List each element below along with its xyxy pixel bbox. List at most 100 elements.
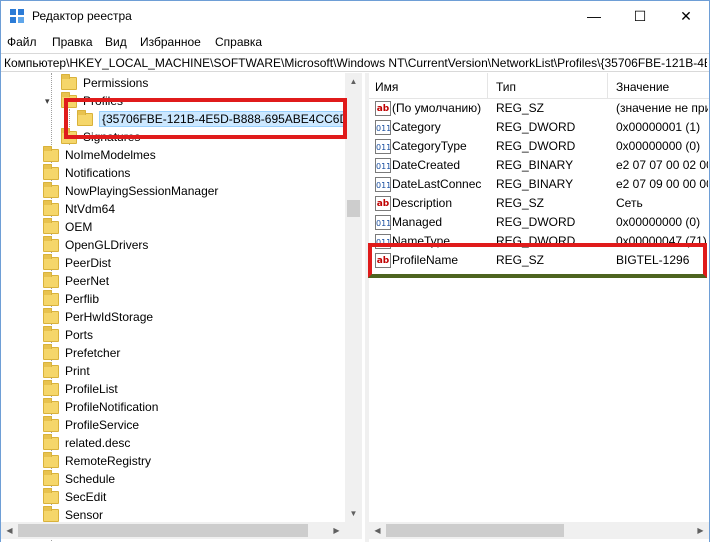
tree-item[interactable]: Notifications: [43, 163, 131, 182]
address-path[interactable]: Компьютер\HKEY_LOCAL_MACHINE\SOFTWARE\Mi…: [4, 56, 707, 70]
tree-item[interactable]: ProfileNotification: [43, 397, 159, 416]
value-data: 0x00000000 (0): [616, 215, 701, 229]
tree-item[interactable]: Schedule: [43, 469, 116, 488]
tree-item-label: Ports: [65, 328, 94, 342]
binary-value-icon: 011: [375, 177, 391, 192]
menu-view[interactable]: Вид: [105, 35, 127, 49]
menu-bar: Файл Правка Вид Избранное Справка: [1, 32, 709, 52]
tree-item[interactable]: PeerNet: [43, 271, 109, 290]
tree-item[interactable]: OEM: [43, 217, 92, 236]
scroll-thumb[interactable]: [386, 524, 564, 537]
tree-item-label: Notifications: [65, 166, 131, 180]
value-row[interactable]: ab (По умолчанию) REG_SZ (значение не при: [369, 99, 709, 118]
value-data: 0x00000001 (1): [616, 120, 701, 134]
tree-item[interactable]: Perflib: [43, 289, 99, 308]
value-row[interactable]: 011 DateLastConnec REG_BINARY e2 07 09 00 0…: [369, 175, 709, 194]
column-name-header[interactable]: Имя: [375, 80, 398, 94]
value-row[interactable]: 011 DateCreated REG_BINARY e2 07 07 00 02 0…: [369, 156, 709, 175]
value-row[interactable]: 011 Managed REG_DWORD 0x00000000 (0): [369, 213, 709, 232]
folder-icon: [43, 325, 59, 342]
menu-help[interactable]: Справка: [215, 35, 262, 49]
key-tree[interactable]: Permissions ▾ Profiles {35706FBE-121B-4E…: [1, 73, 365, 542]
scroll-right-icon[interactable]: ▶: [328, 522, 345, 539]
values-list[interactable]: Имя Тип Значение ab (По умолчанию) REG_SZ(…: [369, 73, 709, 542]
value-row[interactable]: 011 Category REG_DWORD 0x00000001 (1): [369, 118, 709, 137]
tree-item[interactable]: OpenGLDrivers: [43, 235, 148, 254]
value-row[interactable]: ab Description REG_SZ Сеть: [369, 194, 709, 213]
value-name: Description: [392, 196, 453, 210]
binary-value-icon: 011: [375, 120, 391, 135]
collapse-arrow-icon[interactable]: ▾: [45, 96, 50, 107]
folder-icon: [43, 451, 59, 468]
maximize-icon: ☐: [633, 7, 647, 24]
value-type: REG_DWORD: [496, 120, 576, 134]
list-horizontal-scrollbar[interactable]: ◀ ▶: [369, 522, 709, 539]
tree-item-label: RemoteRegistry: [65, 454, 152, 468]
scroll-thumb[interactable]: [347, 200, 360, 217]
close-icon: ✕: [680, 7, 692, 24]
tree-item-label: related.desc: [65, 436, 131, 450]
tree-item-label: Print: [65, 364, 90, 378]
tree-item-label: ProfileNotification: [65, 400, 159, 414]
folder-icon: [43, 415, 59, 432]
tree-item[interactable]: related.desc: [43, 433, 131, 452]
column-type-header[interactable]: Тип: [496, 80, 516, 94]
scroll-down-icon[interactable]: ▼: [345, 505, 362, 522]
registry-editor-icon: [10, 9, 24, 23]
value-data: e2 07 09 00 00 00 0: [616, 177, 708, 191]
maximize-button[interactable]: ☐: [617, 1, 663, 31]
column-value-header[interactable]: Значение: [616, 80, 669, 94]
column-divider[interactable]: [607, 73, 608, 99]
folder-icon: [61, 73, 77, 90]
folder-icon: [43, 217, 59, 234]
binary-value-icon: 011: [375, 215, 391, 230]
tree-item[interactable]: SecEdit: [43, 487, 107, 506]
folder-icon: [43, 397, 59, 414]
tree-item[interactable]: Print: [43, 361, 90, 380]
scroll-corner: [345, 522, 362, 539]
menu-file[interactable]: Файл: [7, 35, 37, 49]
folder-icon: [43, 307, 59, 324]
folder-icon: [43, 379, 59, 396]
tree-item[interactable]: NtVdm64: [43, 199, 115, 218]
tree-item[interactable]: ProfileList: [43, 379, 118, 398]
tree-item-label: SecEdit: [65, 490, 107, 504]
tree-item[interactable]: PerHwIdStorage: [43, 307, 153, 326]
folder-icon: [43, 289, 59, 306]
tree-item[interactable]: PeerDist: [43, 253, 111, 272]
scroll-left-icon[interactable]: ◀: [369, 522, 386, 539]
highlight-box-profile-key: [64, 98, 347, 139]
folder-icon: [43, 181, 59, 198]
tree-item[interactable]: NowPlayingSessionManager: [43, 181, 218, 200]
menu-favorites[interactable]: Избранное: [140, 35, 201, 49]
minimize-icon: —: [587, 8, 601, 24]
tree-item[interactable]: Prefetcher: [43, 343, 120, 362]
tree-item-label: Schedule: [65, 472, 116, 486]
tree-horizontal-scrollbar[interactable]: ◀ ▶: [1, 522, 345, 539]
tree-vertical-scrollbar[interactable]: ▲ ▼: [345, 73, 362, 522]
value-row[interactable]: 011 CategoryType REG_DWORD 0x00000000 (0): [369, 137, 709, 156]
tree-item[interactable]: ProfileService: [43, 415, 139, 434]
tree-item-label: Sensor: [65, 508, 104, 522]
value-data: 0x00000000 (0): [616, 139, 701, 153]
tree-item[interactable]: Ports: [43, 325, 94, 344]
list-header: Имя Тип Значение: [369, 73, 709, 99]
title-bar: Редактор реестра — ☐ ✕: [1, 1, 709, 32]
scroll-right-icon[interactable]: ▶: [692, 522, 709, 539]
folder-icon: [43, 235, 59, 252]
binary-value-icon: 011: [375, 158, 391, 173]
value-name: DateLastConnec: [392, 177, 482, 191]
close-button[interactable]: ✕: [663, 1, 709, 31]
folder-icon: [43, 145, 59, 162]
folder-icon: [43, 469, 59, 486]
scroll-up-icon[interactable]: ▲: [345, 73, 362, 90]
column-divider[interactable]: [487, 73, 488, 99]
tree-item[interactable]: RemoteRegistry: [43, 451, 152, 470]
address-bar[interactable]: Компьютер\HKEY_LOCAL_MACHINE\SOFTWARE\Mi…: [1, 53, 709, 72]
menu-edit[interactable]: Правка: [52, 35, 93, 49]
tree-item[interactable]: NoImeModelmes: [43, 145, 156, 164]
scroll-left-icon[interactable]: ◀: [1, 522, 18, 539]
minimize-button[interactable]: —: [571, 1, 617, 31]
tree-item-permissions[interactable]: Permissions: [61, 73, 148, 92]
scroll-thumb[interactable]: [18, 524, 308, 537]
